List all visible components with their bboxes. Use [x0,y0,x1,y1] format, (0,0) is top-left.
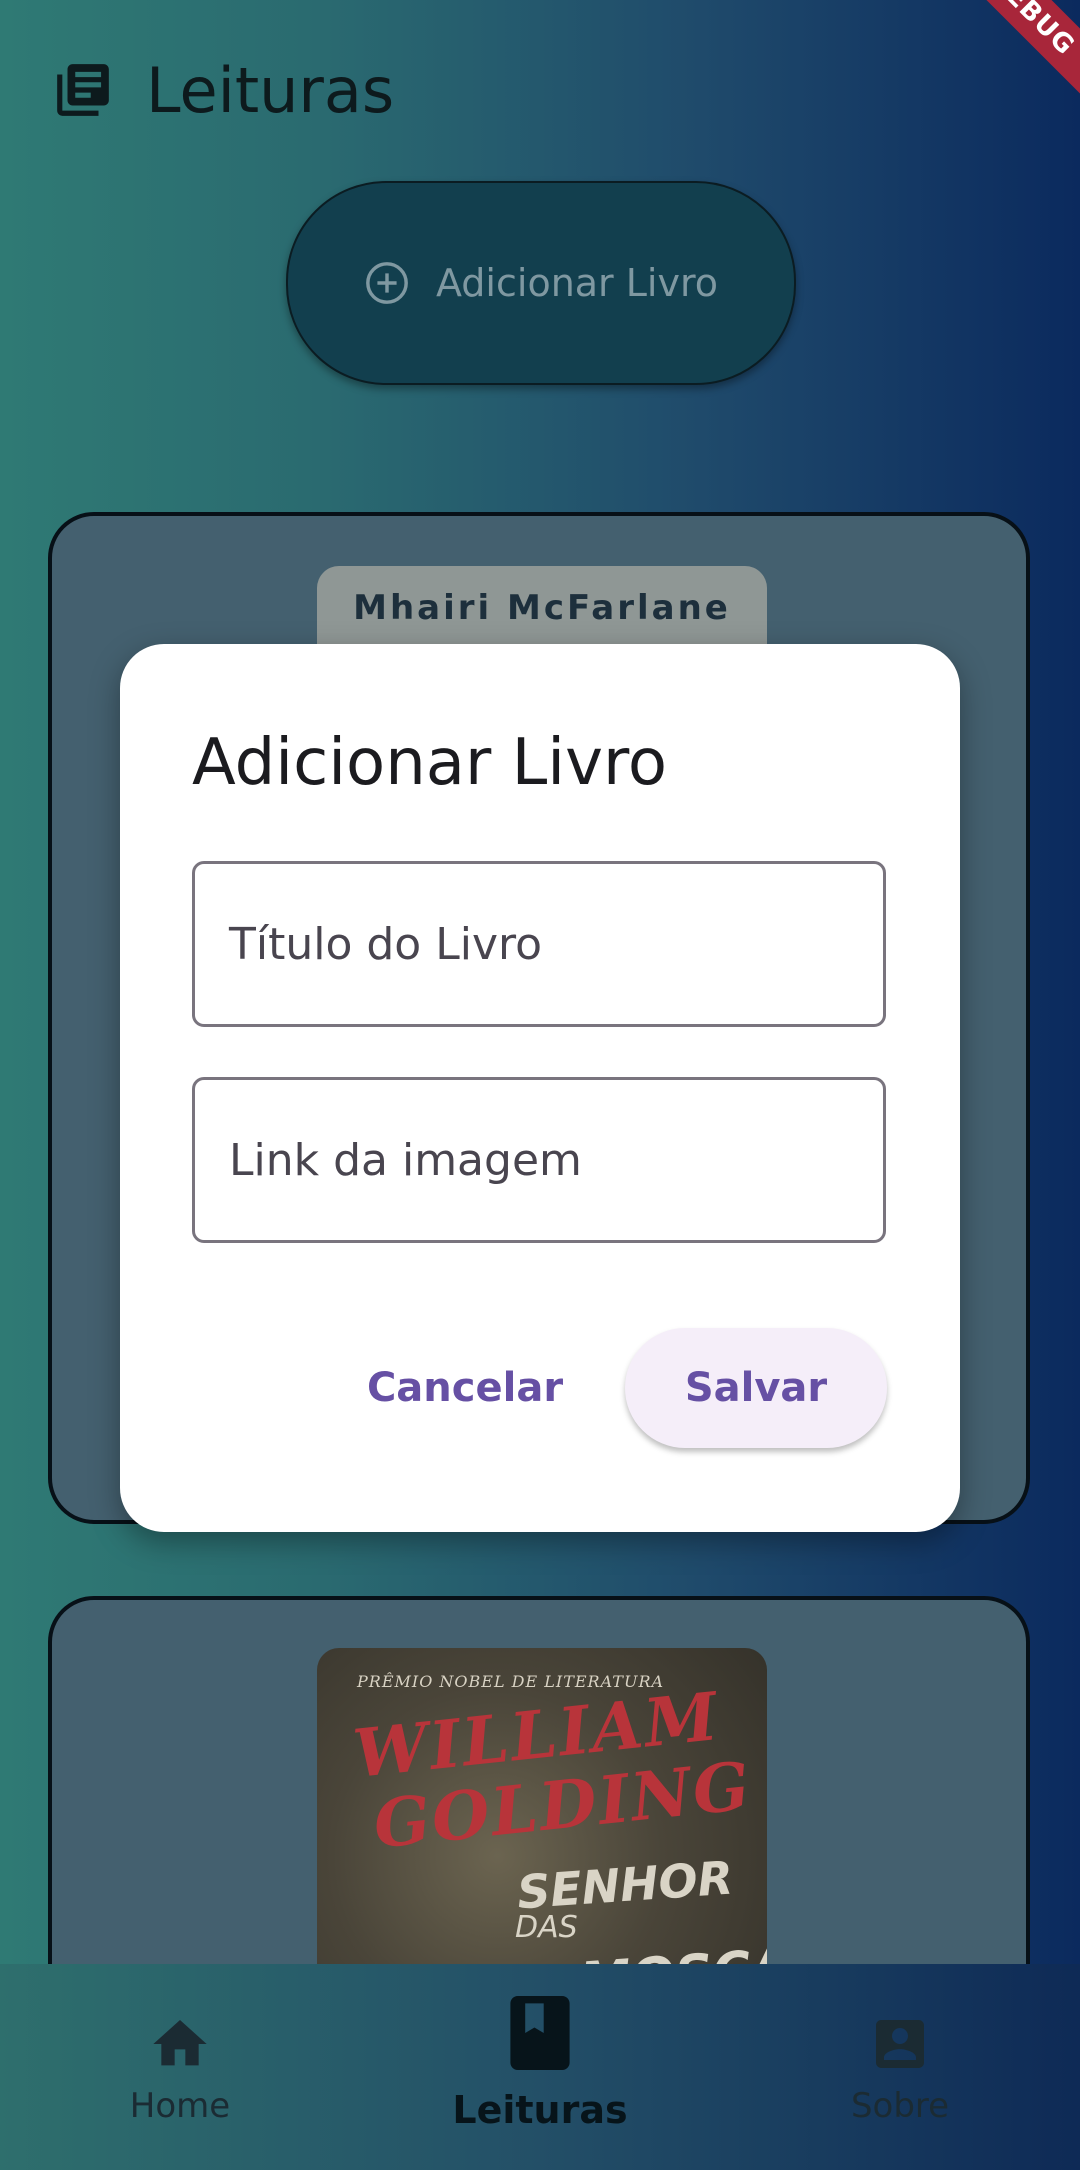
cancel-button[interactable]: Cancelar [367,1328,563,1448]
nav-label-sobre: Sobre [850,2086,950,2126]
nav-label-leituras: Leituras [452,2088,628,2132]
account-box-icon [876,2020,924,2068]
home-icon [153,2020,207,2066]
nav-label-home: Home [129,2086,231,2126]
image-link-placeholder: Link da imagem [229,1134,582,1186]
nav-item-leituras[interactable]: Leituras [420,1988,660,2148]
bottom-navigation: Home Leituras Sobre [0,1964,1080,2170]
save-button[interactable]: Salvar [625,1328,887,1448]
image-link-input[interactable]: Link da imagem [192,1077,886,1243]
nav-item-home[interactable]: Home [60,1988,300,2148]
dialog-title: Adicionar Livro [192,726,667,800]
book-title-input[interactable]: Título do Livro [192,861,886,1027]
add-book-dialog: Adicionar Livro Título do Livro Link da … [120,644,960,1532]
book-title-placeholder: Título do Livro [229,918,543,970]
nav-item-sobre[interactable]: Sobre [780,1988,1020,2148]
book-icon [510,1996,570,2070]
app-screen: Leituras DEBUG Adicionar Livro Mhairi Mc… [0,0,1080,2170]
